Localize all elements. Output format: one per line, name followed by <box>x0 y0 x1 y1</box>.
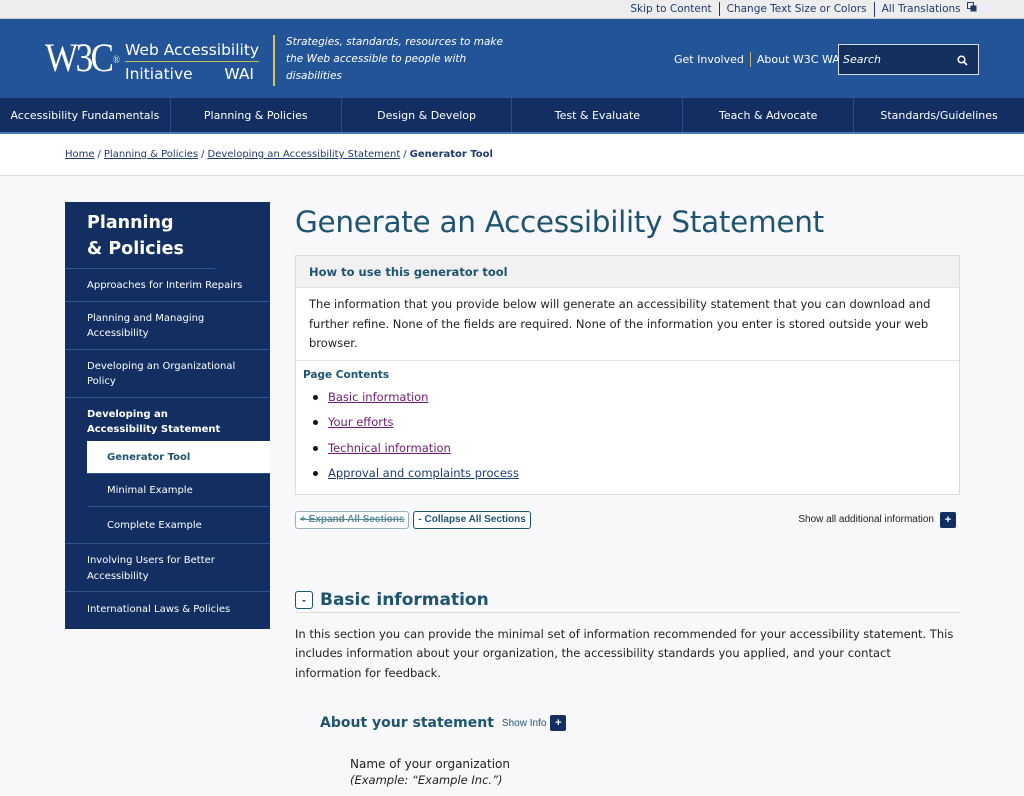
sidebar-item-involving-users[interactable]: Involving Users for Better Accessibility <box>65 544 270 592</box>
collapse-section-button[interactable]: - <box>295 590 313 609</box>
sidebar-subitem-complete-example[interactable]: Complete Example <box>65 507 270 544</box>
nav-test-evaluate[interactable]: Test & Evaluate <box>511 98 682 132</box>
howto-box: How to use this generator tool The infor… <box>295 255 960 495</box>
toc-link-basic-information[interactable]: Basic information <box>328 390 428 404</box>
sidebar-item-planning-managing[interactable]: Planning and Managing Accessibility <box>65 302 270 350</box>
page-title: Generate an Accessibility Statement <box>295 205 824 239</box>
registered-mark: ® <box>113 55 120 66</box>
utility-bar: Skip to Content Change Text Size or Colo… <box>0 0 1024 19</box>
sidebar-item-interim-repairs[interactable]: Approaches for Interim Repairs <box>65 269 270 302</box>
breadcrumb-planning-policies[interactable]: Planning & Policies <box>104 149 198 160</box>
sidebar-title-text: Planning & Policies <box>87 213 184 259</box>
toc-link-your-efforts[interactable]: Your efforts <box>328 415 393 429</box>
nav-standards-guidelines[interactable]: Standards/Guidelines <box>853 98 1024 132</box>
section-controls: + Expand All Sections - Collapse All Sec… <box>295 510 960 530</box>
sidebar-item-international-laws[interactable]: International Laws & Policies <box>65 592 270 629</box>
toc-link-approval-complaints[interactable]: Approval and complaints process <box>328 466 519 480</box>
search-icon[interactable] <box>957 51 968 66</box>
sidebar-nav: Planning & Policies Approaches for Inter… <box>65 202 270 629</box>
logo-line-1: Web Accessibility <box>125 40 260 62</box>
search-box <box>838 44 979 75</box>
nav-accessibility-fundamentals[interactable]: Accessibility Fundamentals <box>0 98 170 132</box>
about-statement-heading: About your statement Show Info + <box>320 715 960 731</box>
collapse-all-button[interactable]: - Collapse All Sections <box>413 510 531 529</box>
subsection-title: About your statement <box>320 715 494 731</box>
logo-line-2b: WAI <box>224 65 254 83</box>
page-contents: Page Contents Basic information Your eff… <box>296 361 959 494</box>
breadcrumb-separator: / <box>201 149 205 160</box>
toc-item: Technical information <box>303 436 952 462</box>
breadcrumb-home[interactable]: Home <box>65 149 95 160</box>
section-title: Basic information <box>320 589 489 610</box>
show-all-info-toggle: Show all additional information + <box>798 511 956 528</box>
section-description: In this section you can provide the mini… <box>295 626 954 680</box>
nav-design-develop[interactable]: Design & Develop <box>340 98 512 132</box>
about-w3c-wai-link[interactable]: About W3C WAI <box>757 53 843 66</box>
w3c-logo-mark: W3C ® <box>45 35 120 80</box>
toc-item: Basic information <box>303 385 952 411</box>
toc-item: Approval and complaints process <box>303 461 952 487</box>
show-info-toggle: Show Info + <box>501 715 567 731</box>
breadcrumb: Home / Planning & Policies / Developing … <box>0 134 1024 176</box>
page-contents-list: Basic information Your efforts Technical… <box>303 385 952 487</box>
sidebar-subitem-generator-tool[interactable]: Generator Tool <box>87 440 270 474</box>
site-header: W3C ® Web Accessibility Initiative WAI St… <box>0 19 1024 97</box>
basic-information-heading: - Basic information <box>295 590 960 613</box>
breadcrumb-developing-statement[interactable]: Developing an Accessibility Statement <box>208 149 401 160</box>
sidebar-item-accessibility-statement[interactable]: Developing an Accessibility Statement <box>65 398 270 441</box>
translate-icon <box>967 1 977 15</box>
wai-logo-text: Web Accessibility Initiative WAI <box>125 40 260 84</box>
show-all-info-plus-button[interactable]: + <box>940 511 956 528</box>
tagline: Strategies, standards, resources to make… <box>286 36 503 82</box>
main-content: Generate an Accessibility Statement How … <box>295 202 960 787</box>
nav-planning-policies[interactable]: Planning & Policies <box>169 98 341 132</box>
nav-teach-advocate[interactable]: Teach & Advocate <box>682 98 853 132</box>
main-navigation: Accessibility Fundamentals Planning & Po… <box>0 97 1024 134</box>
all-translations-link[interactable]: All Translations <box>873 1 984 17</box>
sidebar-item-organizational-policy[interactable]: Developing an Organizational Policy <box>65 350 270 398</box>
change-text-size-link[interactable]: Change Text Size or Colors <box>718 2 874 16</box>
sidebar-subitem-minimal-example[interactable]: Minimal Example <box>87 474 270 507</box>
toc-item: Your efforts <box>303 410 952 436</box>
tagline-divider <box>273 35 275 86</box>
header-links: Get Involved About W3C WAI <box>674 52 843 67</box>
organization-name-hint: (Example: “Example Inc.”) <box>350 773 503 787</box>
expand-all-button[interactable]: + Expand All Sections <box>295 510 410 529</box>
howto-heading: How to use this generator tool <box>296 256 959 288</box>
all-translations-label: All Translations <box>881 2 961 15</box>
skip-to-content-link[interactable]: Skip to Content <box>623 2 718 16</box>
w3c-text: W3C <box>45 35 114 80</box>
organization-name-label: Name of your organization <box>350 757 511 771</box>
breadcrumb-current: Generator Tool <box>409 149 493 160</box>
link-separator <box>749 52 751 67</box>
show-info-plus-button[interactable]: + <box>550 715 567 731</box>
sidebar-subitems: Generator Tool Minimal Example <box>65 440 270 507</box>
howto-body: The information that you provide below w… <box>296 288 959 361</box>
sidebar-title[interactable]: Planning & Policies <box>65 202 215 269</box>
page-contents-title: Page Contents <box>303 368 390 381</box>
breadcrumb-separator: / <box>403 149 407 160</box>
toc-link-technical-information[interactable]: Technical information <box>328 441 451 455</box>
breadcrumb-separator: / <box>97 149 101 160</box>
logo-line-2a: Initiative <box>125 65 193 83</box>
show-info-label: Show Info <box>501 717 547 729</box>
show-all-info-label: Show all additional information <box>798 514 934 525</box>
get-involved-link[interactable]: Get Involved <box>674 53 744 66</box>
search-input[interactable] <box>843 53 953 66</box>
